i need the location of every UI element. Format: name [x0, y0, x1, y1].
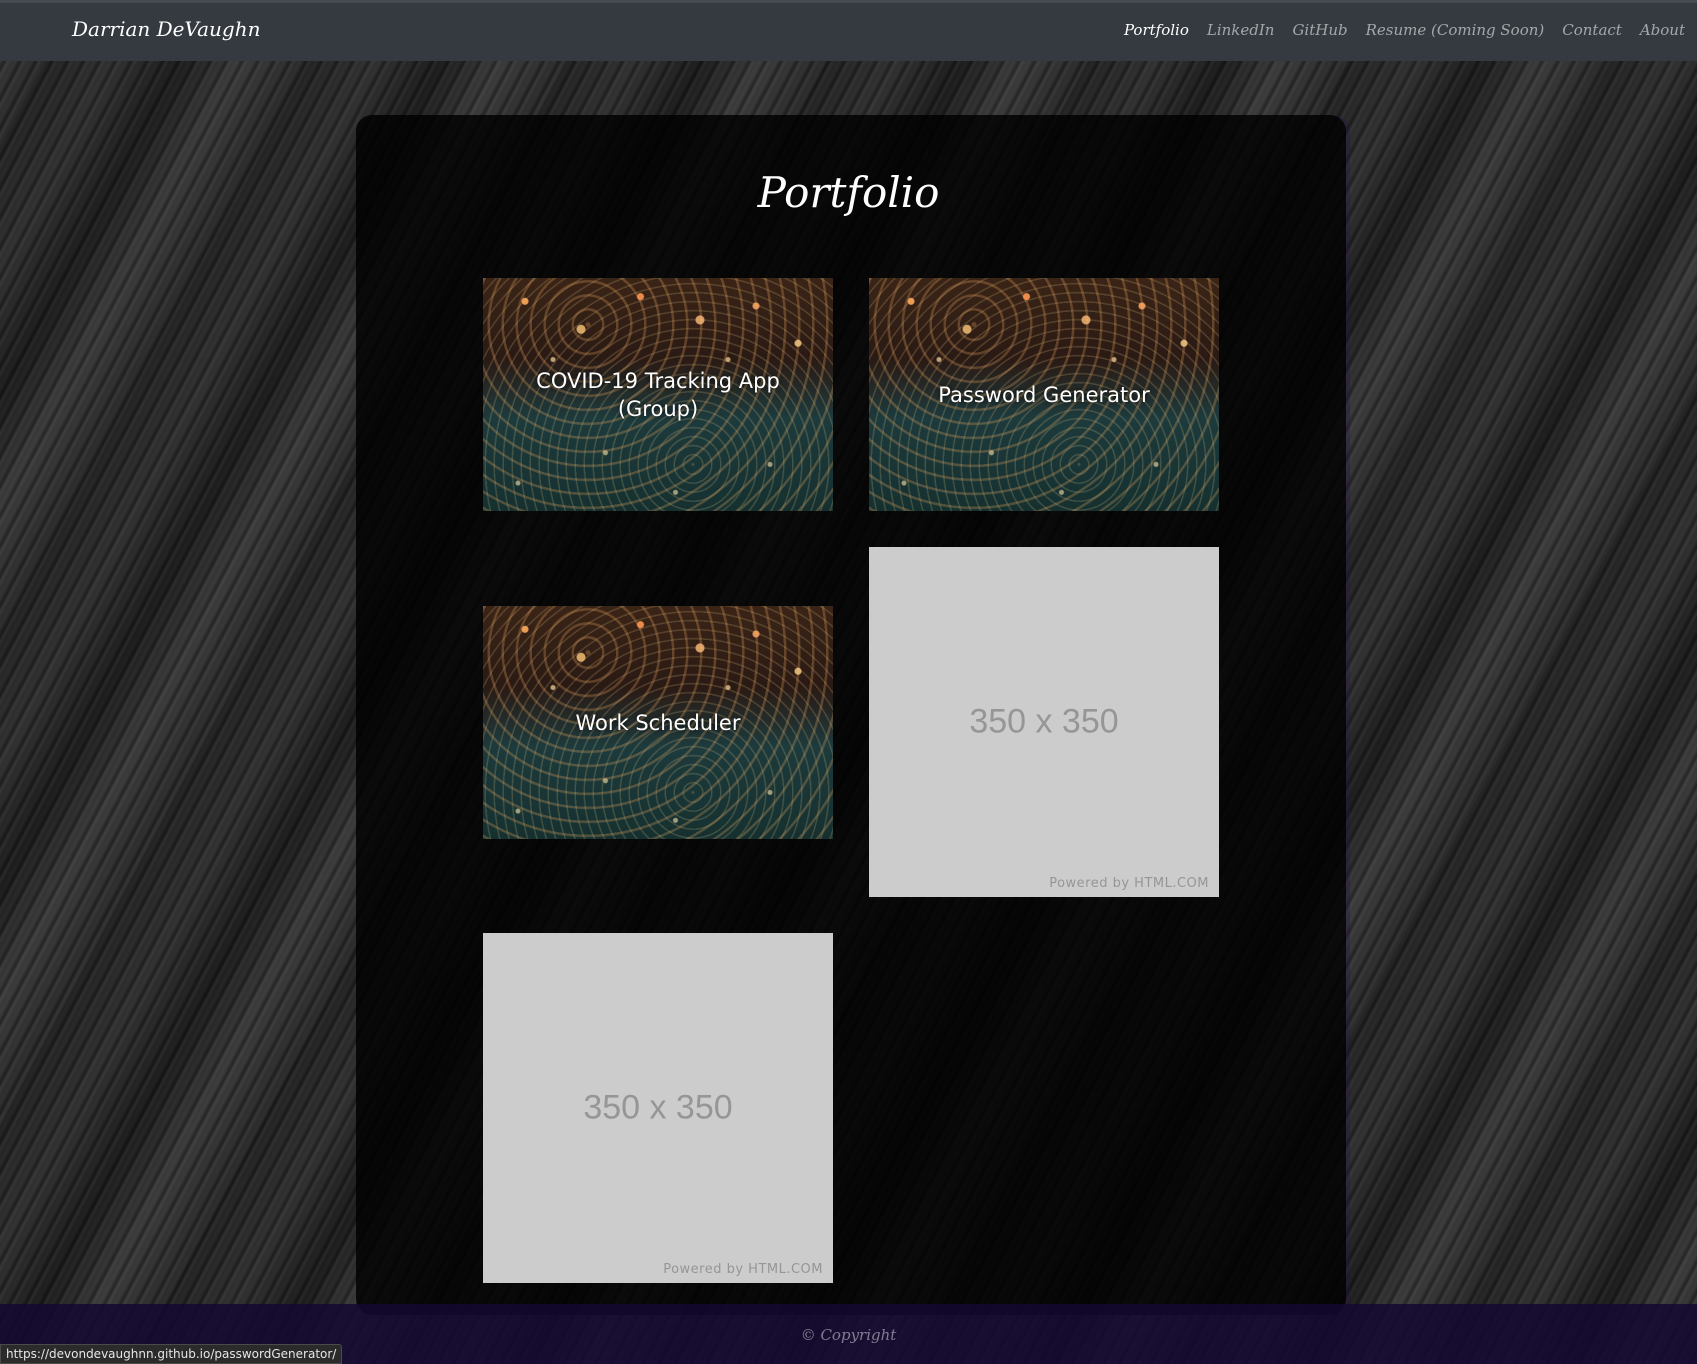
nav-link-github[interactable]: GitHub	[1292, 21, 1347, 39]
status-bar-url: https://devondevaughnn.github.io/passwor…	[0, 1344, 343, 1364]
nav-link-about[interactable]: About	[1640, 21, 1685, 39]
nav-link-resume[interactable]: Resume (Coming Soon)	[1366, 21, 1545, 39]
nav-link-linkedin[interactable]: LinkedIn	[1207, 21, 1275, 39]
nav-link-contact[interactable]: Contact	[1562, 21, 1622, 39]
placeholder-size-text: 350 x 350	[583, 1088, 733, 1127]
placeholder-image: 350 x 350 Powered by HTML.COM	[869, 547, 1219, 897]
placeholder-size-text: 350 x 350	[969, 702, 1119, 741]
project-card-work-scheduler[interactable]: Work Scheduler	[483, 606, 833, 839]
navbar: Darrian DeVaughn Portfolio LinkedIn GitH…	[0, 0, 1697, 61]
project-card-password-generator[interactable]: Password Generator	[869, 278, 1219, 511]
brand-link[interactable]: Darrian DeVaughn	[72, 17, 261, 41]
placeholder-powered-text: Powered by HTML.COM	[1049, 876, 1209, 891]
project-card-label: Work Scheduler	[575, 710, 741, 735]
placeholder-image: 350 x 350 Powered by HTML.COM	[483, 933, 833, 1283]
page-title: Portfolio	[757, 168, 940, 217]
project-card-label: COVID-19 Tracking App (Group)	[536, 368, 780, 421]
project-card-label: Password Generator	[938, 382, 1150, 407]
project-card-covid-tracker[interactable]: COVID-19 Tracking App (Group)	[483, 278, 833, 511]
nav-menu: Portfolio LinkedIn GitHub Resume (Coming…	[1124, 21, 1685, 39]
nav-link-portfolio[interactable]: Portfolio	[1124, 21, 1189, 39]
placeholder-powered-text: Powered by HTML.COM	[663, 1262, 823, 1277]
copyright-text: © Copyright	[800, 1326, 897, 1344]
